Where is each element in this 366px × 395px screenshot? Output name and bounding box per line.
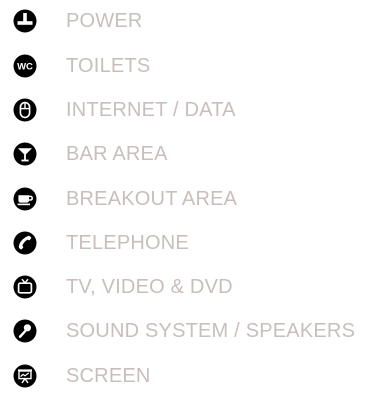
legend-label: INTERNET / DATA <box>66 99 236 121</box>
legend-item-screen: SCREEN <box>13 362 150 390</box>
legend-item-power: POWER <box>13 7 142 35</box>
projector-screen-icon <box>13 364 37 388</box>
legend-label: SOUND SYSTEM / SPEAKERS <box>66 320 356 342</box>
legend-item-internet-data: INTERNET / DATA <box>13 96 235 124</box>
legend-label: BAR AREA <box>66 143 168 165</box>
legend-item-bar-area: BAR AREA <box>13 140 167 168</box>
legend-item-toilets: WC TOILETS <box>13 52 150 80</box>
legend-label: BREAKOUT AREA <box>66 188 238 210</box>
cocktail-glass-icon <box>13 142 37 166</box>
legend-label: TELEPHONE <box>66 232 189 254</box>
tv-icon <box>13 275 37 299</box>
power-plug-icon <box>13 9 37 33</box>
legend-item-tv-video-dvd: TV, VIDEO & DVD <box>13 273 233 301</box>
legend-label: TOILETS <box>66 55 151 77</box>
facilities-legend: POWER WC TOILETS INTERNET / DATA BAR ARE… <box>0 0 366 395</box>
svg-text:WC: WC <box>17 62 33 73</box>
legend-item-telephone: TELEPHONE <box>13 229 189 257</box>
legend-item-sound-system: SOUND SYSTEM / SPEAKERS <box>13 317 355 345</box>
coffee-cup-icon <box>13 187 37 211</box>
telephone-icon <box>13 231 37 255</box>
legend-label: SCREEN <box>66 365 151 387</box>
legend-label: POWER <box>66 10 143 32</box>
legend-label: TV, VIDEO & DVD <box>66 276 233 298</box>
microphone-icon <box>13 319 37 343</box>
legend-item-breakout-area: BREAKOUT AREA <box>13 185 237 213</box>
wc-icon: WC <box>13 54 37 78</box>
mouse-icon <box>13 98 37 122</box>
